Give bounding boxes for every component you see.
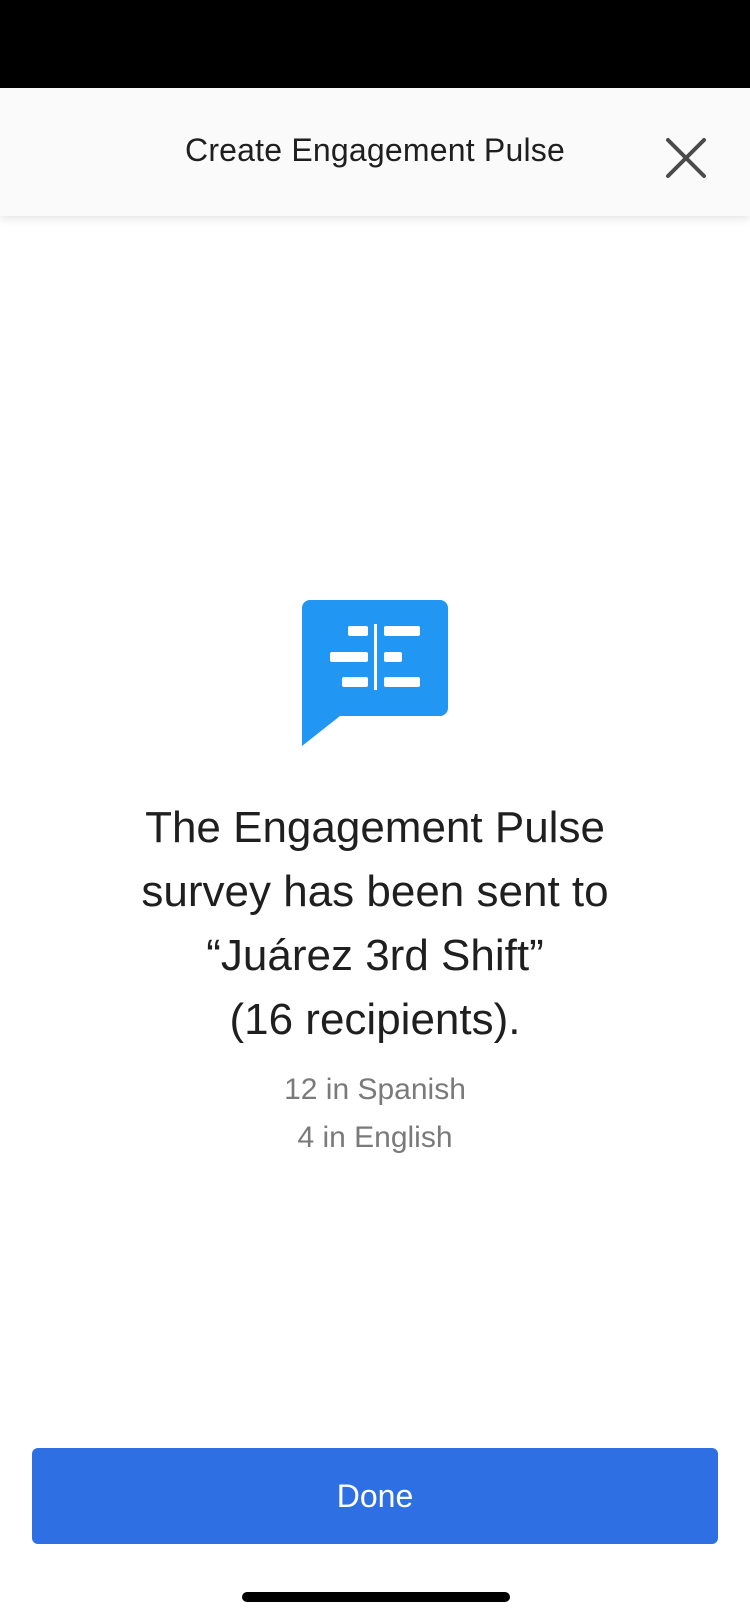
survey-chat-icon <box>302 600 448 746</box>
message-line: The Engagement Pulse <box>145 803 605 852</box>
close-icon <box>666 138 706 178</box>
header-bar: Create Engagement Pulse <box>0 88 750 216</box>
home-indicator <box>242 1592 510 1602</box>
status-bar <box>0 0 750 88</box>
spanish-count: 12 in Spanish <box>284 1073 466 1106</box>
done-button[interactable]: Done <box>32 1448 718 1544</box>
language-counts: 12 in Spanish 4 in English <box>75 1066 675 1162</box>
confirmation-message: The Engagement Pulse survey has been sen… <box>75 796 675 1052</box>
message-line: “Juárez 3rd Shift” <box>206 931 544 980</box>
page-title: Create Engagement Pulse <box>185 132 565 168</box>
message-line: survey has been sent to <box>141 867 609 916</box>
close-button[interactable] <box>656 128 716 188</box>
english-count: 4 in English <box>297 1121 453 1154</box>
message-line: (16 recipients). <box>229 995 521 1044</box>
